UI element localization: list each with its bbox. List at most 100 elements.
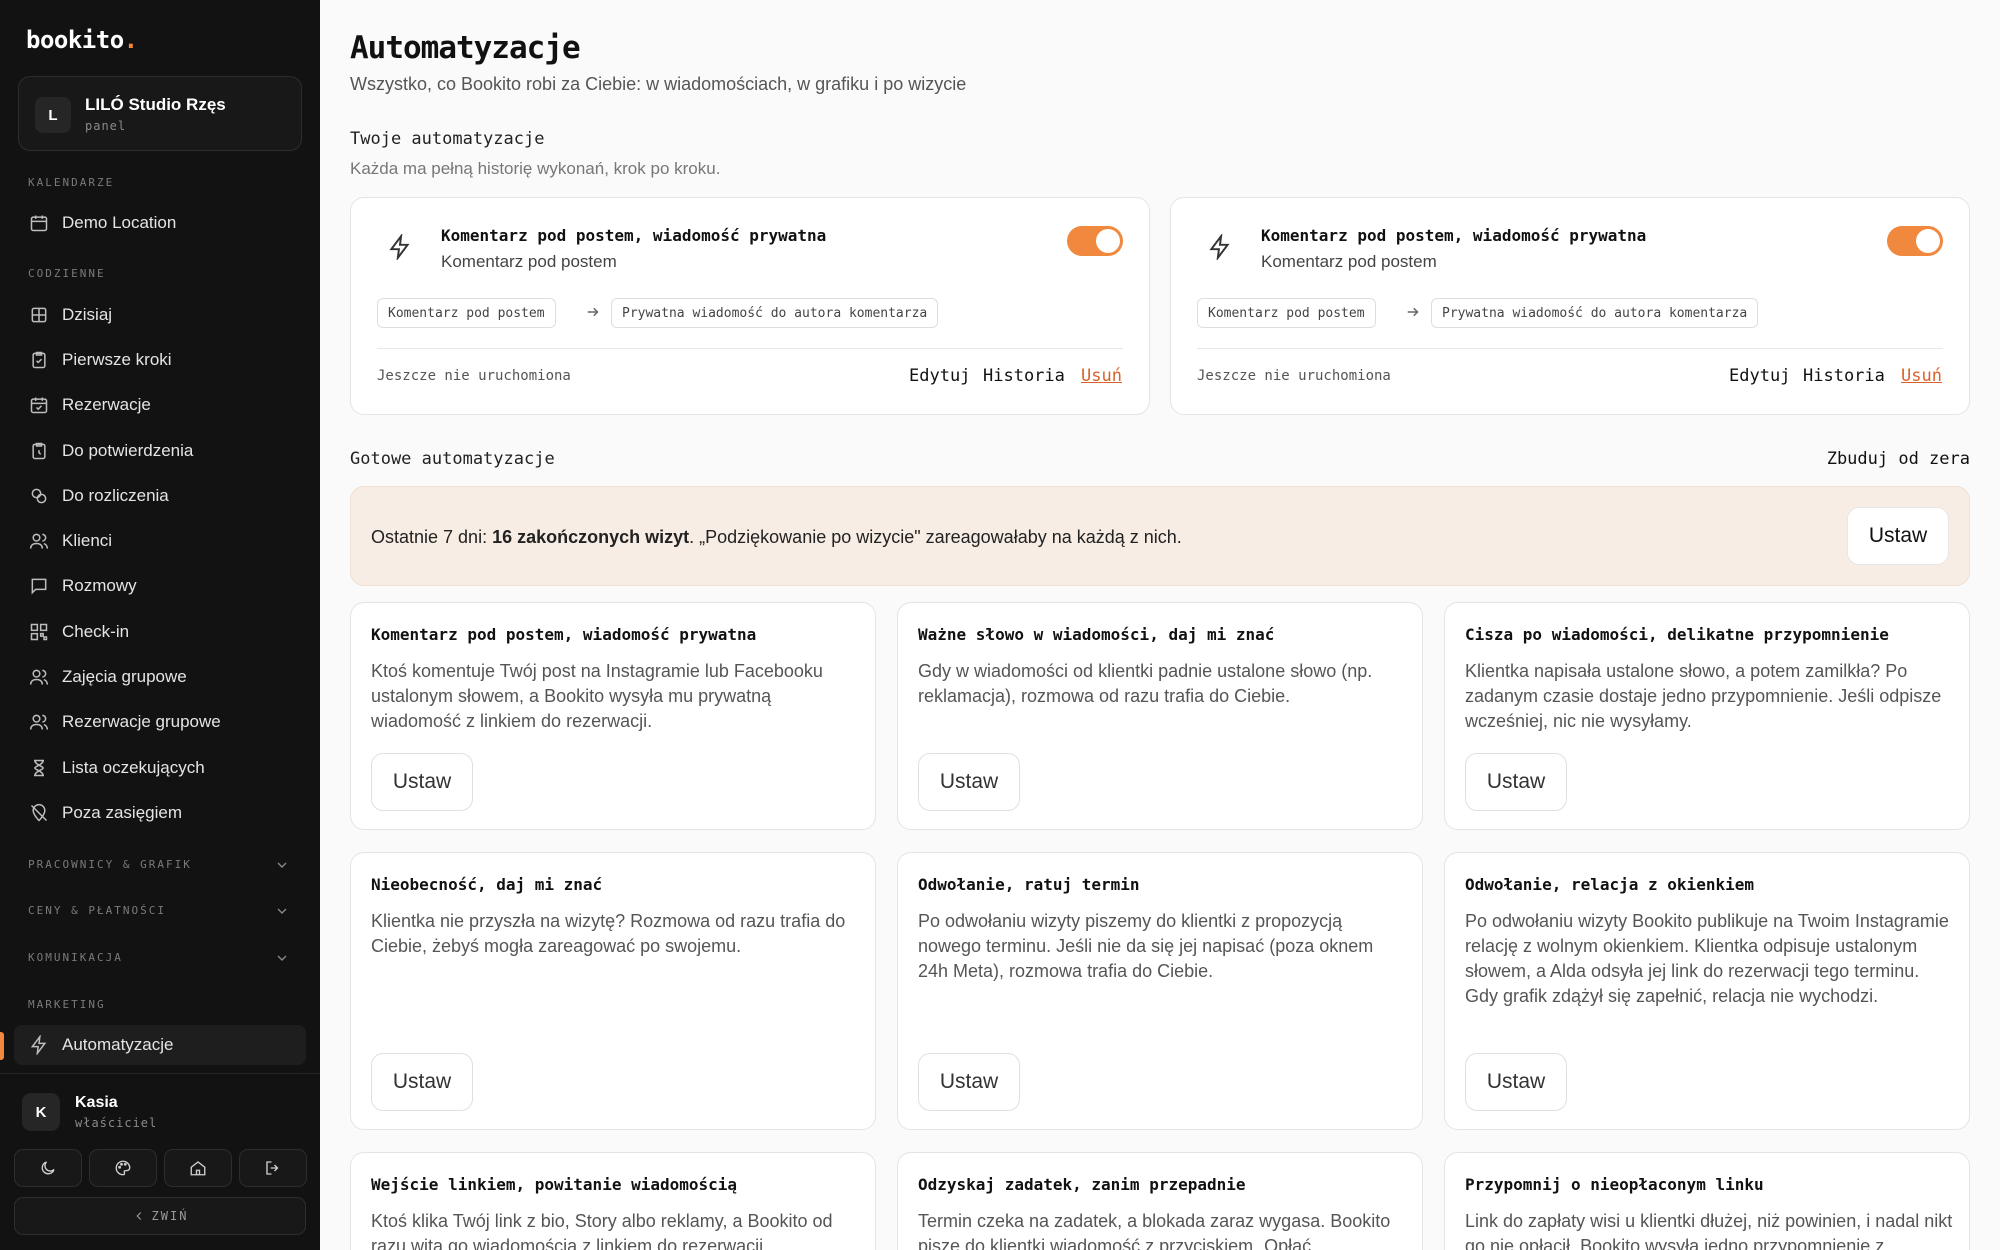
build-from-scratch-link[interactable]: Zbuduj od zera — [1827, 449, 1970, 469]
users-icon — [28, 530, 50, 552]
section-toggle-pracownicy[interactable]: PRACOWNICY & GRAFIK — [28, 858, 192, 871]
sidebar-item-rezerwacje-grupowe[interactable]: Rezerwacje grupowe — [14, 702, 306, 742]
sidebar-item-klienci[interactable]: Klienci — [14, 521, 306, 561]
collapse-sidebar-button[interactable]: ZWIŃ — [14, 1197, 306, 1235]
sidebar-item-label: Lista oczekujących — [62, 758, 205, 777]
section-label-marketing: MARKETING — [28, 998, 106, 1011]
clipboard-icon — [28, 349, 50, 371]
automation-trigger: Komentarz pod postem — [1261, 252, 1437, 271]
home-button[interactable] — [164, 1149, 232, 1187]
sidebar-item-dzisiaj[interactable]: Dzisiaj — [14, 295, 306, 335]
history-button[interactable]: Historia — [1803, 366, 1885, 386]
your-automations-heading: Twoje automatyzacje — [350, 129, 545, 149]
template-setup-button[interactable]: Ustaw — [1465, 753, 1567, 811]
edit-button[interactable]: Edytuj — [1729, 366, 1790, 386]
users-icon — [28, 711, 50, 733]
collapse-label: ZWIŃ — [151, 1209, 189, 1223]
user-name: Kasia — [75, 1094, 118, 1111]
delete-button[interactable]: Usuń — [1081, 366, 1122, 386]
template-card: Odzyskaj zadatek, zanim przepadnie Termi… — [897, 1152, 1423, 1250]
automation-toggle[interactable] — [1887, 226, 1943, 256]
message-icon — [28, 575, 50, 597]
automation-card: Komentarz pod postem, wiadomość prywatna… — [1170, 197, 1970, 415]
template-card: Przypomnij o nieopłaconym linku Link do … — [1444, 1152, 1970, 1250]
template-title: Nieobecność, daj mi znać — [371, 875, 603, 894]
chevron-down-icon[interactable] — [274, 857, 290, 873]
sidebar-item-rezerwacje[interactable]: Rezerwacje — [14, 385, 306, 425]
run-status: Jeszcze nie uruchomiona — [1197, 368, 1391, 384]
template-setup-button[interactable]: Ustaw — [371, 753, 473, 811]
sidebar-item-lista-oczekujacych[interactable]: Lista oczekujących — [14, 748, 306, 788]
logout-icon — [266, 1161, 279, 1175]
hourglass-icon — [28, 757, 50, 779]
suggestion-banner: Ostatnie 7 dni: 16 zakończonych wizyt. „… — [350, 486, 1970, 586]
section-toggle-ceny[interactable]: CENY & PŁATNOŚCI — [28, 904, 166, 917]
home-icon — [190, 1161, 206, 1176]
grid-icon — [28, 304, 50, 326]
trigger-chip: Komentarz pod postem — [1197, 298, 1376, 328]
coins-icon — [28, 485, 50, 507]
template-setup-button[interactable]: Ustaw — [918, 753, 1020, 811]
card-divider — [377, 348, 1123, 349]
sidebar-item-label: Rezerwacje grupowe — [62, 712, 221, 731]
qr-icon — [28, 621, 50, 643]
sidebar-item-rozmowy[interactable]: Rozmowy — [14, 566, 306, 606]
sidebar-item-check-in[interactable]: Check-in — [14, 612, 306, 652]
studio-switcher[interactable]: L LILÓ Studio Rzęs panel — [18, 76, 302, 151]
section-toggle-komunikacja[interactable]: KOMUNIKACJA — [28, 951, 123, 964]
sidebar-item-label: Rozmowy — [62, 576, 137, 595]
template-setup-button[interactable]: Ustaw — [371, 1053, 473, 1111]
app-logo[interactable]: bookito. — [26, 26, 138, 54]
history-button[interactable]: Historia — [983, 366, 1065, 386]
delete-button[interactable]: Usuń — [1901, 366, 1942, 386]
template-card: Wejście linkiem, powitanie wiadomością K… — [350, 1152, 876, 1250]
your-automations-subheading: Każda ma pełną historię wykonań, krok po… — [350, 159, 721, 178]
template-description: Po odwołaniu wizyty piszemy do klientki … — [918, 911, 1374, 981]
sidebar-item-do-rozliczenia[interactable]: Do rozliczenia — [14, 476, 306, 516]
template-description: Gdy w wiadomości od klientki padnie usta… — [918, 661, 1373, 706]
edit-button[interactable]: Edytuj — [909, 366, 970, 386]
sidebar-item-poza-zasiegiem[interactable]: Poza zasięgiem — [14, 793, 306, 833]
template-description: Klientka napisała ustalone słowo, a pote… — [1465, 661, 1942, 731]
automation-trigger: Komentarz pod postem — [441, 252, 617, 271]
sidebar-item-zajecia-grupowe[interactable]: Zajęcia grupowe — [14, 657, 306, 697]
ready-automations-heading: Gotowe automatyzacje — [350, 449, 555, 469]
template-description: Ktoś komentuje Twój post na Instagramie … — [371, 661, 823, 731]
template-title: Komentarz pod postem, wiadomość prywatna — [371, 625, 757, 644]
template-setup-button[interactable]: Ustaw — [918, 1053, 1020, 1111]
automation-toggle[interactable] — [1067, 226, 1123, 256]
user-avatar[interactable]: K — [22, 1093, 60, 1131]
theme-toggle-button[interactable] — [14, 1149, 82, 1187]
trigger-chip: Komentarz pod postem — [377, 298, 556, 328]
template-description: Klientka nie przyszła na wizytę? Rozmowa… — [371, 911, 846, 956]
template-card: Nieobecność, daj mi znać Klientka nie pr… — [350, 852, 876, 1130]
sidebar-item-demo-location[interactable]: Demo Location — [14, 203, 306, 243]
sidebar-item-pierwsze-kroki[interactable]: Pierwsze kroki — [14, 340, 306, 380]
template-card: Odwołanie, ratuj termin Po odwołaniu wiz… — [897, 852, 1423, 1130]
bolt-icon — [1209, 234, 1230, 260]
template-description: Termin czeka na zadatek, a blokada zaraz… — [918, 1211, 1391, 1250]
sidebar-divider — [0, 1073, 320, 1074]
palette-icon — [115, 1160, 131, 1176]
sidebar-item-label: Do rozliczenia — [62, 486, 169, 505]
sidebar-item-label: Pierwsze kroki — [62, 350, 172, 369]
studio-name: LILÓ Studio Rzęs — [85, 95, 226, 114]
template-title: Ważne słowo w wiadomości, daj mi znać — [918, 625, 1275, 644]
template-setup-button[interactable]: Ustaw — [1465, 1053, 1567, 1111]
template-title: Odzyskaj zadatek, zanim przepadnie — [918, 1175, 1246, 1194]
chevron-down-icon[interactable] — [274, 950, 290, 966]
palette-button[interactable] — [89, 1149, 157, 1187]
banner-setup-button[interactable]: Ustaw — [1847, 507, 1949, 565]
sidebar-item-do-potwierdzenia[interactable]: Do potwierdzenia — [14, 431, 306, 471]
sidebar-item-automatyzacje[interactable]: Automatyzacje — [14, 1025, 306, 1065]
banner-text: Ostatnie 7 dni: 16 zakończonych wizyt. „… — [371, 527, 1182, 547]
logout-button[interactable] — [239, 1149, 307, 1187]
location-off-icon — [28, 802, 50, 824]
page-title: Automatyzacje — [350, 30, 581, 66]
template-card: Komentarz pod postem, wiadomość prywatna… — [350, 602, 876, 830]
users-icon — [28, 666, 50, 688]
automation-card: Komentarz pod postem, wiadomość prywatna… — [350, 197, 1150, 415]
card-divider — [1197, 348, 1943, 349]
sidebar-item-label: Dzisiaj — [62, 305, 113, 324]
chevron-down-icon[interactable] — [274, 903, 290, 919]
